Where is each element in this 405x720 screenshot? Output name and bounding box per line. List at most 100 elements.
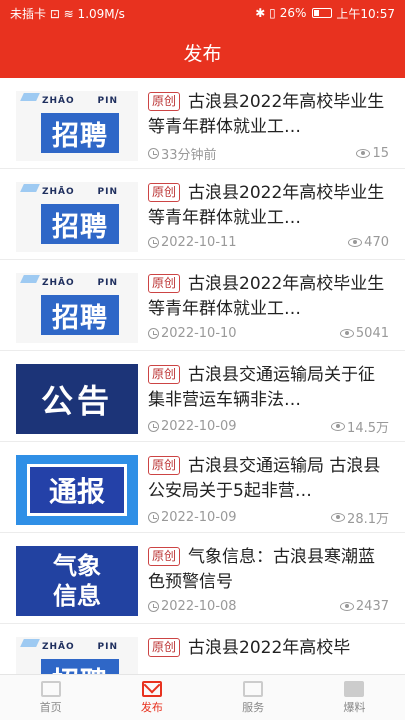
thumb-text: 公告 <box>40 382 113 420</box>
thumb-text-line1: 气象 <box>53 552 101 580</box>
article-views: 5041 <box>355 326 389 341</box>
thumb-text: 招聘 <box>41 113 119 153</box>
mail-icon <box>141 680 162 697</box>
article-thumbnail: 公告 <box>16 364 138 434</box>
article-meta: 2022-10-10 5041 <box>148 326 389 341</box>
thumb-text: 招聘 <box>41 295 119 335</box>
original-badge: 原创 <box>148 183 181 202</box>
tab-service-label: 服务 <box>242 700 265 714</box>
battery-icon <box>312 8 333 18</box>
thumb-caption-left: ZHĀO <box>42 278 75 288</box>
article-item[interactable]: 通报 原创 古浪县交通运输局 古浪县公安局关于5起非营… 2022-10-09 2… <box>0 442 405 533</box>
article-item[interactable]: 公告 原创 古浪县交通运输局关于征集非营运车辆非法… 2022-10-09 14.… <box>0 351 405 442</box>
tab-home-label: 首页 <box>39 700 62 714</box>
service-icon <box>243 680 264 697</box>
thumb-caption-right: PIN <box>97 278 118 288</box>
article-date: 33分钟前 <box>161 148 217 163</box>
article-title-text: 古浪县2022年高校毕业生等青年群体就业工… <box>148 274 385 319</box>
battery-percent: 26% <box>279 6 307 20</box>
eye-icon <box>331 513 346 522</box>
tab-publish-label: 发布 <box>140 700 163 714</box>
clock-icon <box>148 148 159 159</box>
thumb-text: 通报 <box>27 464 127 516</box>
eye-icon <box>339 602 354 611</box>
eye-icon <box>356 149 371 158</box>
article-date: 2022-10-09 <box>161 419 237 434</box>
article-title[interactable]: 原创 古浪县2022年高校毕业生等青年群体就业工… <box>148 90 391 140</box>
thumb-text: 招聘 <box>41 204 119 244</box>
bottom-tab-bar: 首页 发布 服务 爆料 <box>0 674 405 720</box>
article-meta: 33分钟前 15 <box>148 144 389 163</box>
article-meta: 2022-10-09 28.1万 <box>148 508 389 527</box>
original-badge: 原创 <box>148 365 181 384</box>
article-thumbnail: ZHĀO PIN 招聘 <box>16 91 138 161</box>
article-title[interactable]: 原创 古浪县交通运输局关于征集非营运车辆非法… <box>148 363 391 413</box>
clock-icon <box>148 601 159 612</box>
article-item[interactable]: ZHĀO PIN 招聘 原创 古浪县2022年高校毕业生等青年群体就业工… 2022… <box>0 169 405 260</box>
article-views: 14.5万 <box>347 421 389 436</box>
article-thumbnail: ZHĀO PIN 招聘 <box>16 273 138 343</box>
article-title-text: 古浪县交通运输局关于征集非营运车辆非法… <box>148 365 376 410</box>
original-badge: 原创 <box>148 92 181 111</box>
tab-home[interactable]: 首页 <box>0 675 101 720</box>
thumb-caption-left: ZHĀO <box>42 187 75 197</box>
article-views: 28.1万 <box>347 512 389 527</box>
article-title-text: 古浪县2022年高校毕业生等青年群体就业工… <box>148 92 385 137</box>
status-bar: 未插卡 ⊡ ≋ 1.09M/s ✱ ▯ 26% 上午10:57 <box>0 0 405 26</box>
article-date: 2022-10-10 <box>161 326 237 341</box>
plane-icon <box>20 639 40 647</box>
tab-report[interactable]: 爆料 <box>304 675 405 720</box>
article-meta: 2022-10-11 470 <box>148 235 389 250</box>
original-badge: 原创 <box>148 456 181 475</box>
home-icon <box>40 680 61 697</box>
eye-icon <box>339 329 354 338</box>
article-meta: 2022-10-08 2437 <box>148 599 389 614</box>
plane-icon <box>20 184 40 192</box>
clock-icon <box>148 328 159 339</box>
tab-report-label: 爆料 <box>343 700 366 714</box>
article-title[interactable]: 原创 气象信息：古浪县寒潮蓝色预警信号 <box>148 545 391 595</box>
more-icon <box>344 680 365 697</box>
article-thumbnail: 气象 信息 <box>16 546 138 616</box>
article-date: 2022-10-09 <box>161 510 237 525</box>
article-views: 2437 <box>355 599 389 614</box>
article-views: 470 <box>364 235 389 250</box>
article-title-text: 气象信息：古浪县寒潮蓝色预警信号 <box>148 547 376 592</box>
tab-service[interactable]: 服务 <box>203 675 304 720</box>
article-date: 2022-10-11 <box>161 235 237 250</box>
article-views: 15 <box>372 146 389 161</box>
thumb-caption-right: PIN <box>97 96 118 106</box>
article-title-text: 古浪县2022年高校毕业生等青年群体就业工… <box>148 183 385 228</box>
status-left-text: 未插卡 ⊡ ≋ 1.09M/s <box>10 6 125 21</box>
article-item[interactable]: ZHĀO PIN 招聘 原创 古浪县2022年高校毕业生等青年群体就业工… 33分钟… <box>0 78 405 169</box>
thumb-caption-right: PIN <box>97 187 118 197</box>
plane-icon <box>20 275 40 283</box>
thumb-caption-left: ZHĀO <box>42 642 75 652</box>
page-title: 发布 <box>183 42 222 65</box>
article-item[interactable]: 气象 信息 原创 气象信息：古浪县寒潮蓝色预警信号 2022-10-08 2437 <box>0 533 405 624</box>
article-thumbnail: ZHĀO PIN 招聘 <box>16 182 138 252</box>
article-thumbnail: ZHĀO PIN 招聘 <box>16 637 138 674</box>
plane-icon <box>20 93 40 101</box>
article-thumbnail: 通报 <box>16 455 138 525</box>
tab-publish[interactable]: 发布 <box>101 675 202 720</box>
original-badge: 原创 <box>148 638 181 657</box>
eye-icon <box>331 422 346 431</box>
clock-icon <box>148 421 159 432</box>
article-title[interactable]: 原创 古浪县2022年高校毕 <box>148 636 391 661</box>
article-date: 2022-10-08 <box>161 599 237 614</box>
article-list[interactable]: ZHĀO PIN 招聘 原创 古浪县2022年高校毕业生等青年群体就业工… 33分钟… <box>0 78 405 674</box>
clock-icon <box>148 512 159 523</box>
original-badge: 原创 <box>148 274 181 293</box>
article-title[interactable]: 原创 古浪县2022年高校毕业生等青年群体就业工… <box>148 181 391 231</box>
app-header: 发布 <box>0 26 405 78</box>
thumb-caption-right: PIN <box>97 642 118 652</box>
article-item[interactable]: ZHĀO PIN 招聘 原创古浪县2022年高校毕 <box>0 624 405 674</box>
article-title[interactable]: 原创 古浪县2022年高校毕业生等青年群体就业工… <box>148 272 391 322</box>
clock-icon <box>148 237 159 248</box>
article-title-text: 古浪县交通运输局 古浪县公安局关于5起非营… <box>148 456 381 501</box>
article-title[interactable]: 原创 古浪县交通运输局 古浪县公安局关于5起非营… <box>148 454 391 504</box>
original-badge: 原创 <box>148 547 181 566</box>
thumb-text: 招聘 <box>41 659 119 674</box>
article-item[interactable]: ZHĀO PIN 招聘 原创 古浪县2022年高校毕业生等青年群体就业工… 2022… <box>0 260 405 351</box>
